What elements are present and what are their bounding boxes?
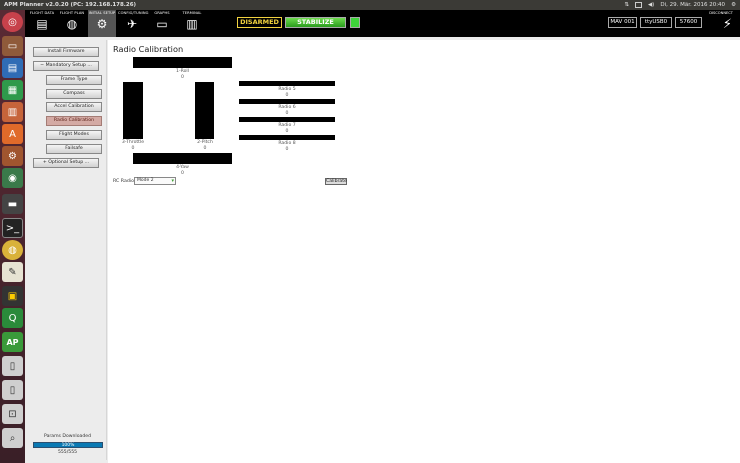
params-progress-bar: 100% xyxy=(33,442,103,448)
monitor-app-icon[interactable]: ▣ xyxy=(2,286,23,306)
params-downloaded-label: Params Downloaded xyxy=(44,434,91,439)
calc-icon[interactable]: ▦ xyxy=(2,80,23,100)
yaw-bar xyxy=(133,153,232,164)
power-icon[interactable]: ⚙ xyxy=(731,0,736,10)
file-manager-icon[interactable]: ▭ xyxy=(2,36,23,56)
tab-graphs[interactable]: GRAPHS ▭ xyxy=(148,10,176,37)
calibrate-button[interactable]: Calibrate xyxy=(325,178,347,185)
drive-icon[interactable]: ▬ xyxy=(2,194,23,214)
clock[interactable]: Di, 29. Mär. 2016 20:40 xyxy=(660,0,725,10)
monitor-icon: ▭ xyxy=(156,17,168,31)
tab-flight-plan[interactable]: FLIGHT PLAN ◍ xyxy=(58,10,86,37)
tab-flight-data[interactable]: FLIGHT DATA ▤ xyxy=(28,10,56,37)
settings-icon[interactable]: ⚙ xyxy=(2,146,23,166)
radio7-label-group: Radio 7 0 xyxy=(239,123,335,134)
main-toolbar: FLIGHT DATA ▤ FLIGHT PLAN ◍ INITIAL SETU… xyxy=(25,10,740,37)
mandatory-setup-toggle[interactable]: − Mandatory Setup ... xyxy=(33,61,99,71)
usb-drive-icon[interactable]: ▯ xyxy=(2,356,23,376)
radio5-value: 0 xyxy=(285,92,289,98)
roll-label-group: 1-Roll 0 xyxy=(133,69,232,80)
tab-config-tuning[interactable]: CONFIG/TUNING ✈ xyxy=(118,10,148,37)
document-icon: ▥ xyxy=(186,17,198,31)
optional-setup-toggle[interactable]: + Optional Setup ... xyxy=(33,158,99,168)
throttle-label-group: 3-Throttle 0 xyxy=(113,140,153,151)
sidebar-item-failsafe[interactable]: Failsafe xyxy=(46,144,102,154)
chrome-icon[interactable]: ◍ xyxy=(2,240,23,260)
pitch-label-group: 2-Pitch 0 xyxy=(185,140,225,151)
terminal-icon[interactable]: >_ xyxy=(2,218,23,238)
disconnect-plug-icon[interactable]: ⚡ xyxy=(723,18,732,32)
yaw-label-group: 4-Yaw 0 xyxy=(133,165,232,176)
flight-mode-status: STABILIZE xyxy=(285,17,346,28)
radio8-bar xyxy=(239,135,335,140)
radio5-label-group: Radio 5 0 xyxy=(239,87,335,98)
usb-drive-2-icon[interactable]: ▯ xyxy=(2,380,23,400)
gear-icon: ⚙ xyxy=(96,17,108,31)
apm-planner-icon[interactable]: AP xyxy=(2,332,23,352)
radio8-value: 0 xyxy=(285,146,289,152)
pitch-value: 0 xyxy=(203,145,207,151)
app-launcher: ◎ ▭ ▤ ▦ ▥ A ⚙ ◉ ▬ >_ ◍ ✎ ▣ Q AP ▯ ▯ ⊡ ⌕ xyxy=(0,10,25,463)
radio8-label-group: Radio 8 0 xyxy=(239,141,335,152)
sidebar-item-compass[interactable]: Compass xyxy=(46,89,102,99)
params-count: 555/555 xyxy=(57,450,78,455)
radio6-bar xyxy=(239,99,335,104)
rc-radio-label: RC Radio xyxy=(113,179,134,184)
network-icon[interactable]: ⇅ xyxy=(624,0,629,10)
chevron-down-icon: ▾ xyxy=(171,178,174,184)
mav-id: MAV 001 xyxy=(608,17,637,28)
serial-port: ttyUSB0 xyxy=(640,17,672,28)
dash-icon[interactable]: ◎ xyxy=(2,12,23,32)
keyboard-icon[interactable] xyxy=(634,2,642,8)
radio7-bar xyxy=(239,117,335,122)
system-tray: ⇅ ◀) Di, 29. Mär. 2016 20:40 ⚙ xyxy=(624,0,736,10)
tab-initial-setup[interactable]: INITIAL SETUP ⚙ xyxy=(88,10,116,37)
sidebar-item-accel-calibration[interactable]: Accel Calibration xyxy=(46,102,102,112)
impress-icon[interactable]: ▥ xyxy=(2,102,23,122)
tab-terminal[interactable]: TERMINAL ▥ xyxy=(178,10,206,37)
roll-value: 0 xyxy=(181,74,184,80)
search-file-icon[interactable]: ⌕ xyxy=(2,428,23,448)
globe-icon: ◍ xyxy=(66,17,78,31)
rc-mode-value: Mode 2 xyxy=(137,178,154,183)
radio7-value: 0 xyxy=(285,128,289,134)
writer-icon[interactable]: ▤ xyxy=(2,58,23,78)
baud-rate: 57600 xyxy=(675,17,702,28)
qt-creator-icon[interactable]: Q xyxy=(2,308,23,328)
volume-icon[interactable]: ◀) xyxy=(648,0,654,10)
software-center-icon[interactable]: A xyxy=(2,124,23,144)
wrench-icon: ✈ xyxy=(126,17,138,31)
disconnect-label: DISCONNECT xyxy=(709,11,733,15)
inkscape-icon[interactable]: ✎ xyxy=(2,262,23,282)
pitch-bar xyxy=(195,82,214,139)
sidebar-item-frame-type[interactable]: Frame Type xyxy=(46,75,102,85)
sidebar-item-radio-calibration[interactable]: Radio Calibration xyxy=(46,116,102,126)
yaw-value: 0 xyxy=(181,170,184,176)
throttle-value: 0 xyxy=(131,145,135,151)
radio-calibration-panel: Radio Calibration 1-Roll 0 3-Throttle 0 … xyxy=(108,40,740,463)
radio6-label-group: Radio 6 0 xyxy=(239,105,335,116)
throttle-bar xyxy=(123,82,143,139)
setup-sidebar: Install Firmware − Mandatory Setup ... F… xyxy=(28,40,107,460)
sidebar-item-flight-modes[interactable]: Flight Modes xyxy=(46,130,102,140)
armed-status: DISARMED xyxy=(237,17,282,28)
system-top-bar: APM Planner v2.0.20 (PC: 192.168.178.26)… xyxy=(0,0,740,10)
gps-status-indicator xyxy=(350,17,360,28)
install-firmware-button[interactable]: Install Firmware xyxy=(33,47,99,57)
roll-bar xyxy=(133,57,232,68)
firefox-icon[interactable]: ◉ xyxy=(2,168,23,188)
image-viewer-icon[interactable]: ⊡ xyxy=(2,404,23,424)
page-title: Radio Calibration xyxy=(113,44,184,54)
chart-icon: ▤ xyxy=(36,17,48,31)
rc-mode-select[interactable]: Mode 2 ▾ xyxy=(134,177,176,185)
radio6-value: 0 xyxy=(285,110,289,116)
radio5-bar xyxy=(239,81,335,86)
window-title: APM Planner v2.0.20 (PC: 192.168.178.26) xyxy=(4,2,137,8)
